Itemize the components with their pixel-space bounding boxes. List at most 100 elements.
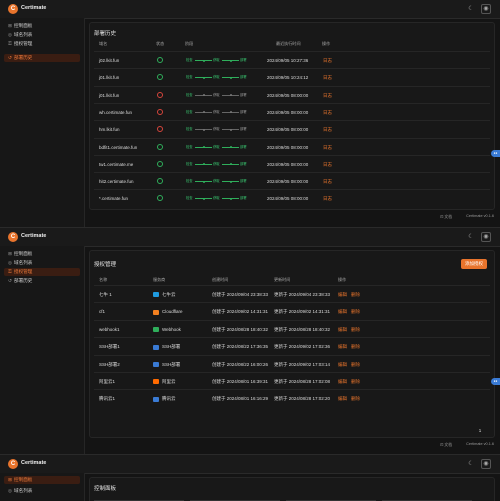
- sidebar-item-history[interactable]: ↺ 部署历史: [4, 54, 80, 62]
- add-access-button[interactable]: 添加授权: [461, 259, 487, 269]
- view-log-link[interactable]: 日志: [323, 58, 332, 64]
- pagination-page[interactable]: 1: [476, 427, 484, 435]
- table-row: cf1 Cloudflare 创建于 2024/09/02 14:31:31 更新于 …: [94, 302, 490, 320]
- sidebar-item-domains[interactable]: ◎ 域名列表: [4, 259, 80, 267]
- sidebar-item-access[interactable]: ⚿ 授权管理: [4, 268, 80, 276]
- row-provider: Webhook: [153, 327, 181, 333]
- row-time: 2024/09/05 08:00:00: [267, 144, 309, 150]
- stage-label-apply: 获取: [213, 109, 220, 114]
- delete-button[interactable]: 删除: [351, 362, 360, 368]
- row-domain: bdfit1.certimate.fun: [99, 144, 138, 150]
- user-menu-user-icon[interactable]: ◉: [481, 4, 491, 14]
- view-log-link[interactable]: 日志: [323, 127, 332, 133]
- top-bar: C Certimate ☾ ◉: [0, 228, 500, 247]
- edit-button[interactable]: 编辑: [338, 327, 347, 333]
- row-created: 创建于 2024/08/22 17:36:35: [212, 344, 269, 350]
- theme-toggle-moon-icon[interactable]: ☾: [466, 4, 476, 14]
- app-title: Certimate: [21, 233, 47, 239]
- view-log-link[interactable]: 日志: [323, 179, 332, 185]
- delete-button[interactable]: 删除: [351, 292, 360, 298]
- edit-button[interactable]: 编辑: [338, 362, 347, 368]
- row-time: 2024/09/05 08:00:00: [267, 161, 309, 167]
- stage-label-deploy: 部署: [240, 179, 247, 184]
- user-menu-user-icon[interactable]: ◉: [481, 459, 491, 469]
- theme-toggle-moon-icon[interactable]: ☾: [466, 459, 476, 469]
- row-created: 创建于 2024/09/02 14:31:31: [212, 309, 269, 315]
- footer-version: Certimate v0.1.6: [466, 442, 494, 446]
- stage-dot: [203, 146, 205, 148]
- stage-pipeline: 检查 获取 部署: [186, 93, 258, 97]
- col-domain: 域名: [99, 41, 108, 46]
- row-domain: wh.certimate.fun: [99, 109, 133, 115]
- delete-button[interactable]: 删除: [351, 327, 360, 333]
- provider-label: 阿里云: [162, 379, 176, 384]
- row-created: 创建于 2024/08/22 16:00:26: [212, 361, 269, 367]
- stage-dot: [203, 197, 205, 200]
- stage-pipeline: 检查 获取 部署: [186, 179, 258, 184]
- footer-docs-link[interactable]: ⊡ 文档: [440, 442, 452, 448]
- view-log-link[interactable]: 日志: [323, 75, 332, 81]
- main-content: 控制面板: [85, 473, 500, 501]
- edit-button[interactable]: 编辑: [338, 396, 347, 402]
- stage-pipeline: 检查 获取 部署: [186, 127, 258, 132]
- user-menu-user-icon[interactable]: ◉: [481, 232, 491, 242]
- row-created: 创建于 2024/08/01 16:39:31: [212, 379, 269, 384]
- row-name: 腾讯云1: [99, 396, 116, 402]
- view-log-link[interactable]: 日志: [323, 196, 332, 202]
- sidebar-item-dashboard[interactable]: ⊞ 控制面板: [4, 250, 80, 258]
- table-row: bdfit1.certimate.fun 检查 获取 部署 2024/09/05 08:…: [94, 137, 490, 156]
- row-domain: hm.lkit.fun: [99, 127, 120, 133]
- sidebar-item-history[interactable]: ↺ 部署历史: [4, 277, 80, 285]
- stage-dot: [203, 163, 205, 166]
- sidebar-item-domains[interactable]: ◎ 域名列表: [4, 487, 80, 495]
- chat-bubble-icon[interactable]: ●●: [491, 378, 500, 385]
- row-updated: 更新于 2024/09/02 17:03:14: [274, 361, 331, 367]
- theme-toggle-moon-icon[interactable]: ☾: [466, 232, 476, 242]
- table-row: 阿里云1 阿里云 创建于 2024/08/01 16:39:31 更新于 2024/0…: [94, 372, 490, 390]
- edit-button[interactable]: 编辑: [338, 292, 347, 298]
- app-logo: C: [8, 4, 18, 14]
- edit-button[interactable]: 编辑: [338, 344, 347, 350]
- stage-pipeline: 检查 获取 部署: [186, 58, 258, 62]
- row-provider: SSH部署: [153, 344, 180, 350]
- view-log-link[interactable]: 日志: [323, 145, 332, 151]
- provider-logo-icon: [153, 361, 159, 367]
- success-status-icon: [157, 160, 163, 167]
- view-log-link[interactable]: 日志: [323, 110, 332, 116]
- footer-docs-link[interactable]: ⊡ 文档: [440, 214, 452, 220]
- view-log-link[interactable]: 日志: [323, 93, 332, 99]
- key-icon: ⚿: [8, 269, 12, 274]
- row-created: 创建于 2024/08/28 18:40:32: [212, 326, 269, 332]
- sidebar-item-domains[interactable]: ◎ 域名列表: [4, 31, 80, 39]
- col-name: 名称: [99, 277, 108, 282]
- success-status-icon: [157, 195, 163, 202]
- chat-bubble-icon[interactable]: ●●: [491, 150, 500, 157]
- row-domain: j02.lkit.fun: [99, 58, 120, 63]
- row-time: 2024/09/05 08:00:00: [267, 92, 309, 98]
- row-provider: 阿里云: [153, 379, 176, 385]
- stage-label-apply: 获取: [213, 144, 220, 149]
- delete-button[interactable]: 删除: [351, 309, 360, 315]
- delete-button[interactable]: 删除: [351, 379, 360, 385]
- col-time: 最近执行时间: [276, 41, 301, 46]
- failed-status-icon: [157, 126, 163, 133]
- col-actions: 操作: [338, 277, 347, 282]
- delete-button[interactable]: 删除: [351, 396, 360, 402]
- col-stage: 阶段: [185, 41, 194, 46]
- sidebar-item-access[interactable]: ⚿ 授权管理: [4, 40, 80, 48]
- row-time: 2024/09/05 08:00:00: [267, 196, 309, 202]
- edit-button[interactable]: 编辑: [338, 379, 347, 385]
- stage-label-deploy: 部署: [240, 161, 247, 166]
- sidebar-item-dashboard[interactable]: ⊞ 控制面板: [4, 22, 80, 30]
- stage-label-check: 检查: [186, 161, 193, 166]
- delete-button[interactable]: 删除: [351, 344, 360, 350]
- sidebar-item-dashboard[interactable]: ⊞ 控制面板: [4, 476, 80, 484]
- view-log-link[interactable]: 日志: [323, 162, 332, 168]
- provider-logo-icon: [153, 396, 159, 402]
- stage-dot: [203, 180, 205, 183]
- stage-label-check: 检查: [186, 127, 193, 132]
- edit-button[interactable]: 编辑: [338, 309, 347, 315]
- row-domain: hit2.certimate.fun: [99, 179, 134, 185]
- table-row: tw1.certimate.me 检查 获取 部署 2024/09/05 08:00:0…: [94, 154, 490, 173]
- stage-label-check: 检查: [186, 196, 193, 201]
